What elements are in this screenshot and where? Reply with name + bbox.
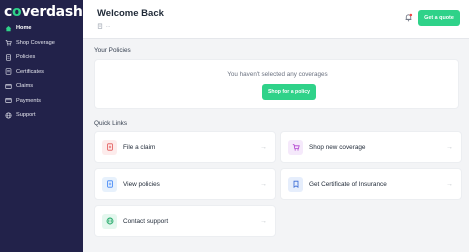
sidebar-item-claims[interactable]: Claims xyxy=(0,79,83,94)
page-header: Welcome Back ... Get a quote xyxy=(83,0,469,39)
sidebar-item-label: Payments xyxy=(16,97,41,104)
quick-link-label: File a claim xyxy=(123,143,156,151)
cart-icon xyxy=(288,139,303,155)
claims-icon xyxy=(4,82,12,90)
page-title: Welcome Back xyxy=(97,8,164,19)
quick-link-view-policies[interactable]: View policies → xyxy=(94,168,276,200)
sidebar-item-label: Policies xyxy=(16,54,36,61)
get-a-quote-button[interactable]: Get a quote xyxy=(418,10,460,26)
main-content: Welcome Back ... Get a quote Your Polici… xyxy=(83,0,469,252)
arrow-right-icon: → xyxy=(260,143,267,151)
certificate-icon xyxy=(4,68,12,76)
sidebar-item-support[interactable]: Support xyxy=(0,108,83,123)
business-name: ... xyxy=(106,23,111,29)
sidebar-item-policies[interactable]: Policies xyxy=(0,50,83,65)
arrow-right-icon: → xyxy=(446,143,453,151)
sidebar-item-payments[interactable]: Payments xyxy=(0,94,83,109)
sidebar: coverdash Home Shop Coverage Policies Ce… xyxy=(0,0,83,252)
globe-icon xyxy=(4,111,12,119)
arrow-right-icon: → xyxy=(446,180,453,188)
arrow-right-icon: → xyxy=(260,217,267,225)
quick-link-label: Contact support xyxy=(123,217,169,225)
card-icon xyxy=(4,97,12,105)
your-policies-heading: Your Policies xyxy=(94,47,131,54)
quick-link-label: Shop new coverage xyxy=(309,143,366,151)
quick-link-file-a-claim[interactable]: File a claim → xyxy=(94,131,276,163)
home-icon xyxy=(4,24,12,32)
document-icon xyxy=(102,176,117,192)
business-subtitle: ... xyxy=(97,23,110,29)
sidebar-item-shop-coverage[interactable]: Shop Coverage xyxy=(0,36,83,51)
quick-link-label: Get Certificate of Insurance xyxy=(309,180,387,188)
sidebar-nav: Home Shop Coverage Policies Certificates… xyxy=(0,21,83,123)
quick-link-get-certificate[interactable]: Get Certificate of Insurance → xyxy=(280,168,462,200)
shop-for-a-policy-button[interactable]: Shop for a policy xyxy=(262,84,316,100)
quick-links-heading: Quick Links xyxy=(94,120,128,127)
sidebar-item-label: Support xyxy=(16,112,36,119)
sidebar-item-label: Shop Coverage xyxy=(16,39,55,46)
quick-link-shop-new-coverage[interactable]: Shop new coverage → xyxy=(280,131,462,163)
cart-icon xyxy=(4,39,12,47)
sidebar-item-label: Certificates xyxy=(16,68,44,75)
quick-link-label: View policies xyxy=(123,180,160,188)
building-icon xyxy=(97,23,103,29)
claim-file-icon xyxy=(102,139,117,155)
empty-policies-message: You haven't selected any coverages xyxy=(227,71,328,78)
document-icon xyxy=(4,53,12,61)
sidebar-item-certificates[interactable]: Certificates xyxy=(0,65,83,80)
notification-bell-icon[interactable] xyxy=(404,13,413,22)
certificate-icon xyxy=(288,176,303,192)
arrow-right-icon: → xyxy=(260,180,267,188)
coverdash-logo[interactable]: coverdash xyxy=(4,4,83,20)
policies-card: You haven't selected any coverages Shop … xyxy=(94,59,459,109)
sidebar-item-label: Home xyxy=(16,25,32,32)
quick-link-contact-support[interactable]: Contact support → xyxy=(94,205,276,237)
sidebar-item-home[interactable]: Home xyxy=(0,21,83,36)
globe-icon xyxy=(102,213,117,229)
sidebar-item-label: Claims xyxy=(16,83,34,90)
